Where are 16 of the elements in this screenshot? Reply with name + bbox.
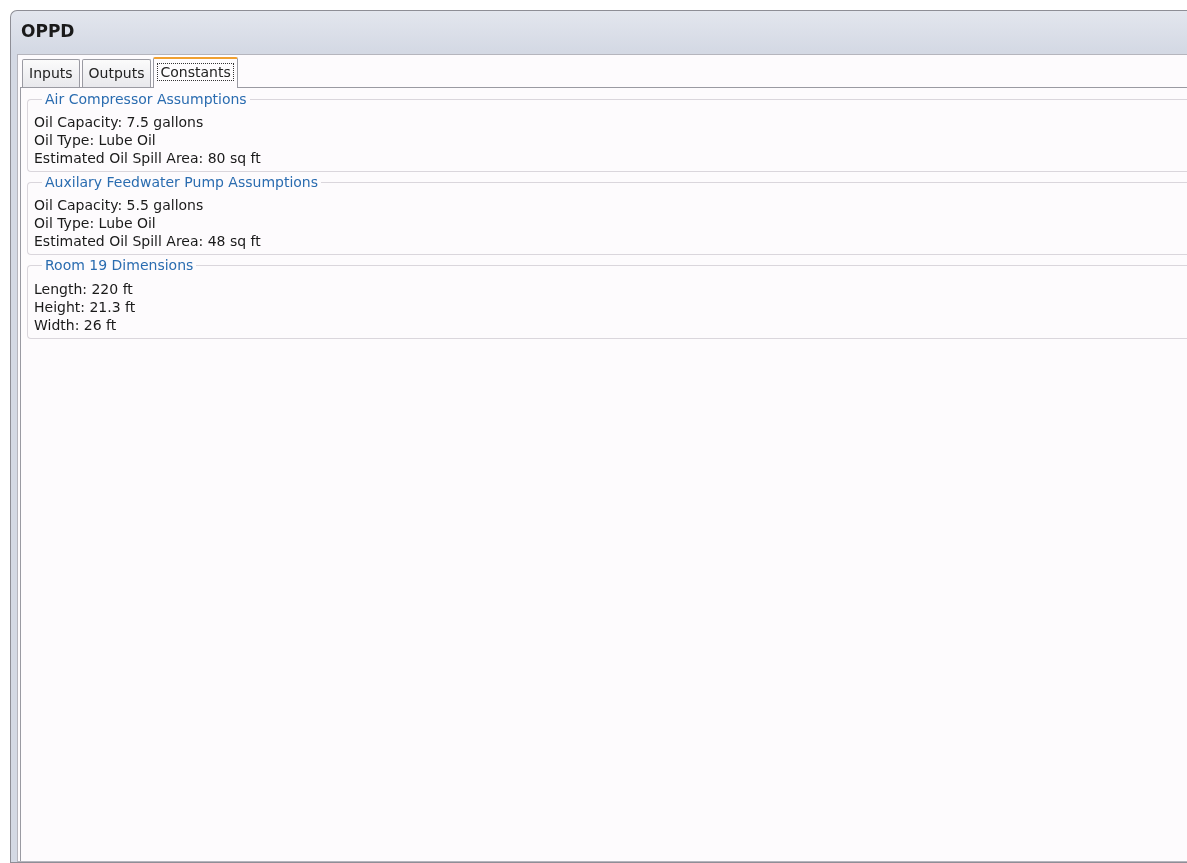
group-title: Room 19 Dimensions — [44, 258, 195, 274]
group-title: Auxilary Feedwater Pump Assumptions — [44, 174, 320, 191]
info-text: Oil Capacity: 5.5 gallons — [34, 197, 204, 214]
window-title: OPPD — [20, 20, 76, 43]
info-text: Length: 220 ft — [34, 280, 133, 297]
tab[interactable]: Outputs — [81, 58, 152, 87]
info-text: Oil Type: Lube Oil — [34, 131, 156, 148]
info-text: Estimated Oil Spill Area: 80 sq ft — [34, 149, 261, 166]
info-text: Width: 26 ft — [34, 316, 117, 333]
tab[interactable]: Constants — [153, 56, 238, 88]
info-text: Oil Type: Lube Oil — [34, 215, 156, 232]
group-title: Air Compressor Assumptions — [44, 91, 248, 107]
tab[interactable]: Inputs — [22, 58, 80, 87]
info-text: Estimated Oil Spill Area: 48 sq ft — [34, 233, 261, 250]
info-text: Oil Capacity: 7.5 gallons — [34, 113, 204, 130]
info-text: Height: 21.3 ft — [34, 298, 136, 315]
